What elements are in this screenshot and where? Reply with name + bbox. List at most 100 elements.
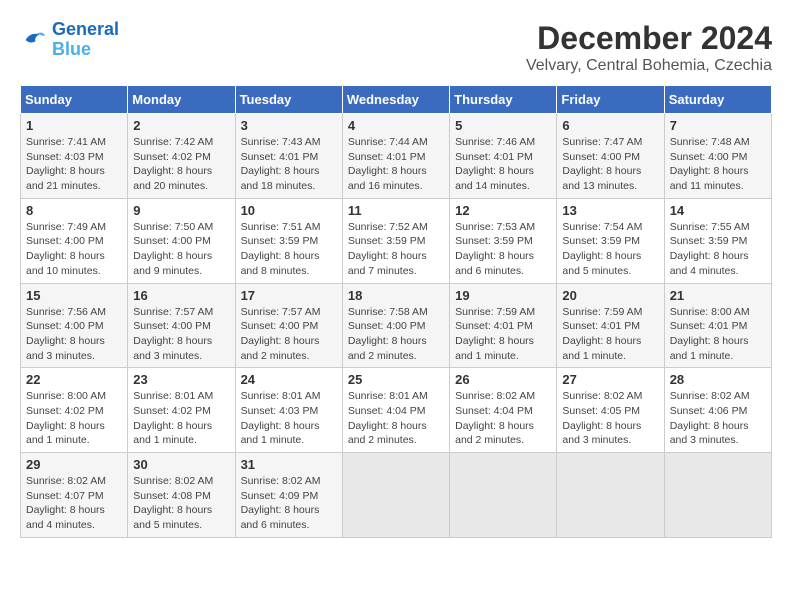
day-info: Sunrise: 7:54 AMSunset: 3:59 PMDaylight:… <box>562 220 658 279</box>
calendar-cell: 25Sunrise: 8:01 AMSunset: 4:04 PMDayligh… <box>342 368 449 453</box>
weekday-header: Sunday <box>21 86 128 114</box>
day-info: Sunrise: 7:52 AMSunset: 3:59 PMDaylight:… <box>348 220 444 279</box>
calendar-cell: 5 Sunrise: 7:46 AMSunset: 4:01 PMDaylight… <box>450 114 557 199</box>
page-subtitle: Velvary, Central Bohemia, Czechia <box>526 57 772 75</box>
title-block: December 2024 Velvary, Central Bohemia, … <box>526 20 772 75</box>
calendar-cell: 30Sunrise: 8:02 AMSunset: 4:08 PMDayligh… <box>128 453 235 538</box>
day-info: Sunrise: 8:02 AMSunset: 4:07 PMDaylight:… <box>26 474 122 533</box>
day-info: Sunrise: 7:59 AMSunset: 4:01 PMDaylight:… <box>455 305 551 364</box>
day-info: Sunrise: 7:57 AMSunset: 4:00 PMDaylight:… <box>133 305 229 364</box>
day-info: Sunrise: 7:53 AMSunset: 3:59 PMDaylight:… <box>455 220 551 279</box>
calendar-cell: 15 Sunrise: 7:56 AMSunset: 4:00 PMDayligh… <box>21 283 128 368</box>
calendar-cell: 2 Sunrise: 7:42 AMSunset: 4:02 PMDaylight… <box>128 114 235 199</box>
day-info: Sunrise: 7:43 AMSunset: 4:01 PMDaylight:… <box>241 135 337 194</box>
day-number: 16 <box>133 288 229 303</box>
calendar-week-row: 1 Sunrise: 7:41 AMSunset: 4:03 PMDaylight… <box>21 114 772 199</box>
calendar-week-row: 22 Sunrise: 8:00 AMSunset: 4:02 PMDayligh… <box>21 368 772 453</box>
logo-text: General Blue <box>52 20 119 60</box>
weekday-header: Thursday <box>450 86 557 114</box>
day-info: Sunrise: 8:00 AMSunset: 4:02 PMDaylight:… <box>26 389 122 448</box>
day-number: 28 <box>670 372 766 387</box>
day-number: 5 <box>455 118 551 133</box>
day-number: 18 <box>348 288 444 303</box>
calendar-cell: 18 Sunrise: 7:58 AMSunset: 4:00 PMDayligh… <box>342 283 449 368</box>
day-number: 20 <box>562 288 658 303</box>
weekday-header: Saturday <box>664 86 771 114</box>
day-number: 17 <box>241 288 337 303</box>
day-number: 3 <box>241 118 337 133</box>
day-info: Sunrise: 7:44 AMSunset: 4:01 PMDaylight:… <box>348 135 444 194</box>
day-info: Sunrise: 8:02 AMSunset: 4:04 PMDaylight:… <box>455 389 551 448</box>
day-info: Sunrise: 7:46 AMSunset: 4:01 PMDaylight:… <box>455 135 551 194</box>
calendar-cell: 9Sunrise: 7:50 AMSunset: 4:00 PMDaylight… <box>128 198 235 283</box>
day-number: 27 <box>562 372 658 387</box>
day-number: 15 <box>26 288 122 303</box>
day-info: Sunrise: 7:51 AMSunset: 3:59 PMDaylight:… <box>241 220 337 279</box>
calendar-cell <box>450 453 557 538</box>
day-number: 19 <box>455 288 551 303</box>
calendar-table: SundayMondayTuesdayWednesdayThursdayFrid… <box>20 85 772 538</box>
calendar-week-row: 8 Sunrise: 7:49 AMSunset: 4:00 PMDaylight… <box>21 198 772 283</box>
page-title: December 2024 <box>526 20 772 57</box>
day-info: Sunrise: 8:02 AMSunset: 4:06 PMDaylight:… <box>670 389 766 448</box>
calendar-cell: 23Sunrise: 8:01 AMSunset: 4:02 PMDayligh… <box>128 368 235 453</box>
page-header: General Blue December 2024 Velvary, Cent… <box>20 20 772 75</box>
day-number: 31 <box>241 457 337 472</box>
calendar-cell: 6Sunrise: 7:47 AMSunset: 4:00 PMDaylight… <box>557 114 664 199</box>
weekday-header: Tuesday <box>235 86 342 114</box>
day-info: Sunrise: 8:01 AMSunset: 4:03 PMDaylight:… <box>241 389 337 448</box>
weekday-header: Friday <box>557 86 664 114</box>
day-info: Sunrise: 8:01 AMSunset: 4:04 PMDaylight:… <box>348 389 444 448</box>
day-number: 22 <box>26 372 122 387</box>
day-number: 7 <box>670 118 766 133</box>
day-info: Sunrise: 7:55 AMSunset: 3:59 PMDaylight:… <box>670 220 766 279</box>
day-number: 11 <box>348 203 444 218</box>
calendar-cell: 7Sunrise: 7:48 AMSunset: 4:00 PMDaylight… <box>664 114 771 199</box>
calendar-cell: 11 Sunrise: 7:52 AMSunset: 3:59 PMDayligh… <box>342 198 449 283</box>
day-number: 14 <box>670 203 766 218</box>
calendar-cell: 28 Sunrise: 8:02 AMSunset: 4:06 PMDayligh… <box>664 368 771 453</box>
calendar-week-row: 29 Sunrise: 8:02 AMSunset: 4:07 PMDayligh… <box>21 453 772 538</box>
day-number: 2 <box>133 118 229 133</box>
day-info: Sunrise: 7:42 AMSunset: 4:02 PMDaylight:… <box>133 135 229 194</box>
day-number: 1 <box>26 118 122 133</box>
day-number: 9 <box>133 203 229 218</box>
day-info: Sunrise: 8:02 AMSunset: 4:08 PMDaylight:… <box>133 474 229 533</box>
calendar-cell <box>664 453 771 538</box>
day-info: Sunrise: 8:00 AMSunset: 4:01 PMDaylight:… <box>670 305 766 364</box>
calendar-cell: 17 Sunrise: 7:57 AMSunset: 4:00 PMDayligh… <box>235 283 342 368</box>
calendar-cell: 21 Sunrise: 8:00 AMSunset: 4:01 PMDayligh… <box>664 283 771 368</box>
day-info: Sunrise: 7:57 AMSunset: 4:00 PMDaylight:… <box>241 305 337 364</box>
day-info: Sunrise: 8:02 AMSunset: 4:09 PMDaylight:… <box>241 474 337 533</box>
day-info: Sunrise: 7:41 AMSunset: 4:03 PMDaylight:… <box>26 135 122 194</box>
calendar-cell: 24 Sunrise: 8:01 AMSunset: 4:03 PMDayligh… <box>235 368 342 453</box>
calendar-cell: 22 Sunrise: 8:00 AMSunset: 4:02 PMDayligh… <box>21 368 128 453</box>
calendar-cell: 29 Sunrise: 8:02 AMSunset: 4:07 PMDayligh… <box>21 453 128 538</box>
day-number: 21 <box>670 288 766 303</box>
calendar-cell: 27 Sunrise: 8:02 AMSunset: 4:05 PMDayligh… <box>557 368 664 453</box>
day-info: Sunrise: 8:02 AMSunset: 4:05 PMDaylight:… <box>562 389 658 448</box>
day-number: 13 <box>562 203 658 218</box>
calendar-cell: 13 Sunrise: 7:54 AMSunset: 3:59 PMDayligh… <box>557 198 664 283</box>
calendar-cell: 14 Sunrise: 7:55 AMSunset: 3:59 PMDayligh… <box>664 198 771 283</box>
calendar-cell: 8 Sunrise: 7:49 AMSunset: 4:00 PMDaylight… <box>21 198 128 283</box>
calendar-header: SundayMondayTuesdayWednesdayThursdayFrid… <box>21 86 772 114</box>
day-number: 10 <box>241 203 337 218</box>
day-number: 24 <box>241 372 337 387</box>
calendar-cell: 31 Sunrise: 8:02 AMSunset: 4:09 PMDayligh… <box>235 453 342 538</box>
day-info: Sunrise: 7:58 AMSunset: 4:00 PMDaylight:… <box>348 305 444 364</box>
day-number: 29 <box>26 457 122 472</box>
day-info: Sunrise: 7:59 AMSunset: 4:01 PMDaylight:… <box>562 305 658 364</box>
day-number: 8 <box>26 203 122 218</box>
calendar-cell: 26 Sunrise: 8:02 AMSunset: 4:04 PMDayligh… <box>450 368 557 453</box>
weekday-header: Monday <box>128 86 235 114</box>
day-number: 26 <box>455 372 551 387</box>
day-info: Sunrise: 7:49 AMSunset: 4:00 PMDaylight:… <box>26 220 122 279</box>
day-info: Sunrise: 7:47 AMSunset: 4:00 PMDaylight:… <box>562 135 658 194</box>
calendar-cell: 20 Sunrise: 7:59 AMSunset: 4:01 PMDayligh… <box>557 283 664 368</box>
calendar-cell: 3 Sunrise: 7:43 AMSunset: 4:01 PMDaylight… <box>235 114 342 199</box>
day-number: 23 <box>133 372 229 387</box>
day-info: Sunrise: 7:56 AMSunset: 4:00 PMDaylight:… <box>26 305 122 364</box>
logo: General Blue <box>20 20 119 60</box>
calendar-cell: 16 Sunrise: 7:57 AMSunset: 4:00 PMDayligh… <box>128 283 235 368</box>
